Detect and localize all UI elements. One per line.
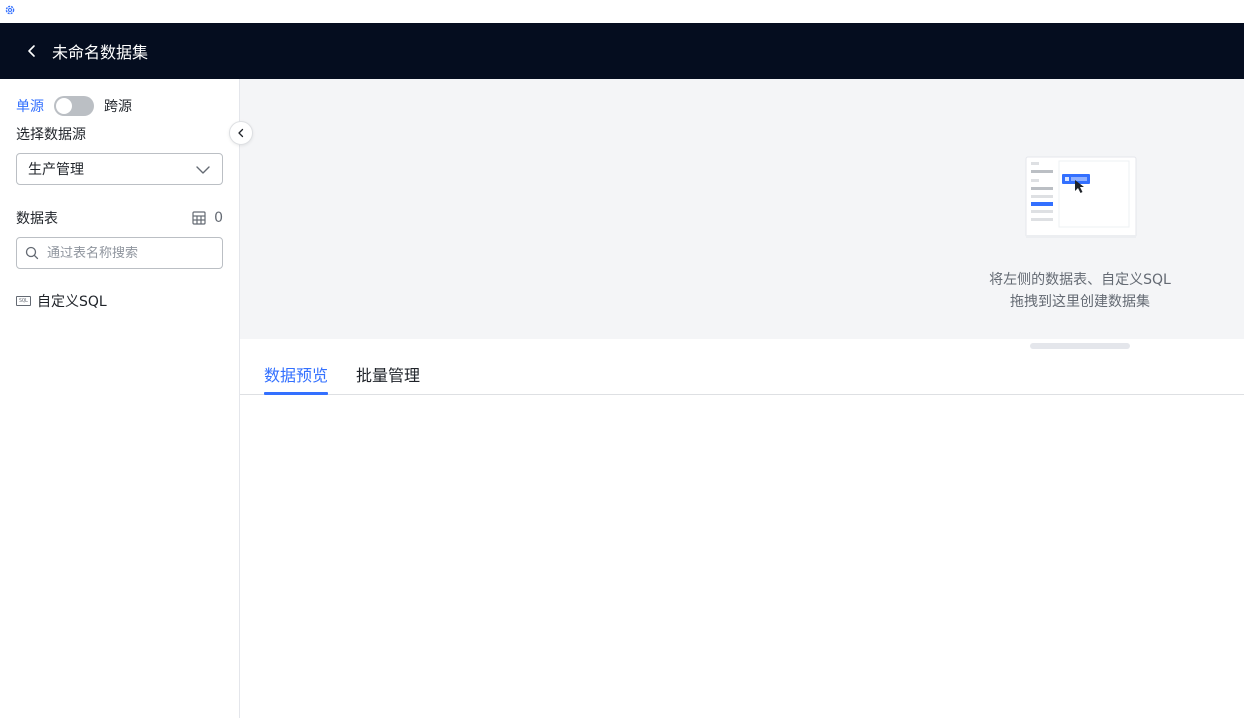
datasource-select[interactable]: 生产管理 xyxy=(16,153,223,185)
table-search-input[interactable] xyxy=(47,245,207,261)
search-icon xyxy=(25,246,39,260)
bottom-tabs: 数据预览 批量管理 xyxy=(240,350,1244,395)
tables-label: 数据表 xyxy=(16,211,58,227)
cross-source-toggle[interactable] xyxy=(54,96,94,116)
chevron-down-icon xyxy=(196,166,210,174)
source-mode-row: 单源 跨源 xyxy=(16,95,132,117)
back-button[interactable] xyxy=(22,41,42,61)
table-search-box[interactable] xyxy=(16,237,223,269)
page-title: 未命名数据集 xyxy=(52,43,149,62)
app-header: 未命名数据集 xyxy=(0,23,1244,79)
sql-icon: SQL xyxy=(16,296,31,306)
empty-hint-line1: 将左侧的数据表、自定义SQL xyxy=(989,272,1171,288)
tables-header: 数据表 0 xyxy=(16,208,223,228)
custom-sql-label: 自定义SQL xyxy=(37,294,107,310)
toggle-knob xyxy=(56,98,72,114)
cross-source-label[interactable]: 跨源 xyxy=(104,96,132,116)
custom-sql-item[interactable]: SQL 自定义SQL xyxy=(16,291,107,311)
horizontal-scrollbar[interactable] xyxy=(1030,343,1130,349)
top-strip xyxy=(0,0,1244,23)
table-grid-icon xyxy=(192,211,206,225)
sidebar: 单源 跨源 选择数据源 生产管理 数据表 0 通过表名称搜索 SQL 自定义SQ… xyxy=(0,79,240,718)
tables-count-value: 0 xyxy=(214,210,223,226)
drop-canvas[interactable]: 将左侧的数据表、自定义SQL 拖拽到这里创建数据集 xyxy=(240,79,1244,349)
empty-hint-line2: 拖拽到这里创建数据集 xyxy=(1010,294,1150,310)
single-source-label[interactable]: 单源 xyxy=(16,96,44,116)
empty-hint: 将左侧的数据表、自定义SQL 拖拽到这里创建数据集 xyxy=(930,269,1230,313)
gear-icon xyxy=(5,5,15,15)
tab-data-preview[interactable]: 数据预览 xyxy=(264,362,329,395)
drag-drop-illustration-icon xyxy=(1025,156,1137,238)
datasource-selected-value: 生产管理 xyxy=(28,162,84,178)
sidebar-collapse-button[interactable] xyxy=(229,121,253,145)
tables-count: 0 xyxy=(192,210,223,226)
tab-batch-manage[interactable]: 批量管理 xyxy=(356,362,420,394)
chevron-left-icon xyxy=(238,128,244,138)
chevron-left-icon xyxy=(28,45,35,57)
datasource-label: 选择数据源 xyxy=(16,127,86,143)
